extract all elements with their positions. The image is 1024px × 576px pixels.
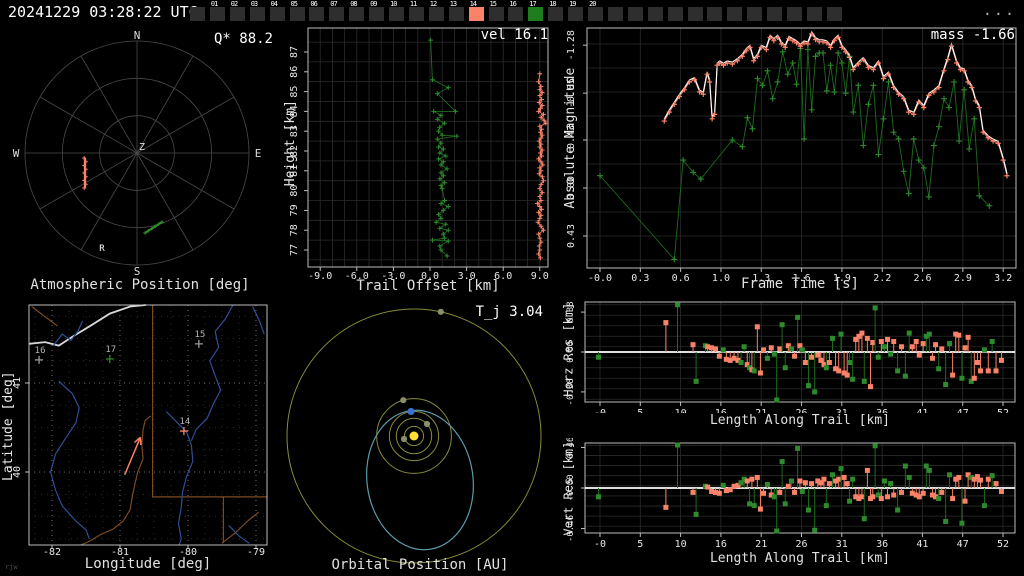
station-square-07[interactable]: 07 [329,0,345,21]
svg-text:9.0: 9.0 [531,271,549,282]
station-square-x21[interactable] [607,7,623,21]
svg-text:5: 5 [637,539,643,550]
q-stat: Q* 88.2 [213,31,273,47]
mass-stat: mass -1.66 [930,27,1015,43]
svg-text:47: 47 [957,539,969,550]
vert-res-plot: -0 5 10 16 21 26 31 36 41 47 520.46-0.00-0.46 [566,438,1016,550]
app-window: 20241229 03:28:22 UTC 01 02 03 04 05 06 07 08 09… [0,0,1024,576]
station-square-16[interactable]: 16 [508,0,524,21]
overflow-menu[interactable]: ... [983,1,1016,19]
atmospheric-position-plot: NSW EZR [13,29,262,278]
ground-track-map: 16 171514-82 -81 -80 -794140 [12,304,268,558]
longitude-axis-label: Longitude [deg] [84,556,212,572]
svg-text:E: E [255,147,262,160]
vert-length-axis-label: Length Along Trail [km] [709,551,890,566]
station-square-17[interactable]: 17 [528,0,544,21]
tisserand-stat: T_j 3.04 [475,304,543,320]
station-square-x0[interactable] [190,7,205,21]
station-square-x30[interactable] [787,7,802,21]
svg-text:-79: -79 [247,547,265,558]
horz-length-axis-label: Length Along Trail [km] [709,413,890,428]
orbital-position-plot [286,308,542,564]
svg-text:77: 77 [289,244,300,256]
station-square-10[interactable]: 10 [389,0,404,21]
station-square-x26[interactable] [707,7,723,21]
station-square-03[interactable]: 03 [249,0,265,21]
svg-text:10: 10 [675,539,687,550]
station-square-x27[interactable] [727,7,743,21]
svg-text:16: 16 [715,539,727,550]
svg-text:41: 41 [916,539,928,550]
station-square-x28[interactable] [747,7,763,21]
station-square-x24[interactable] [667,7,683,21]
top-bar: 20241229 03:28:22 UTC 01 02 03 04 05 06 07 08 09… [0,0,1024,25]
svg-text:41: 41 [916,408,928,413]
trail-offset-axis-label: Trail Offset [km] [356,278,500,294]
station-square-08[interactable]: 08 [349,0,365,21]
svg-text:W: W [13,147,20,160]
station-square-02[interactable]: 02 [229,0,245,21]
station-square-14[interactable]: 14 [468,0,484,21]
station-square-18[interactable]: 18 [548,0,564,21]
svg-text:47: 47 [957,408,969,413]
station-square-x29[interactable] [767,7,783,21]
station-square-15[interactable]: 15 [488,0,504,21]
svg-text:52: 52 [997,408,1009,413]
atmospheric-title: Atmospheric Position [deg] [30,277,250,293]
svg-text:16: 16 [35,346,46,356]
station-square-13[interactable]: 13 [448,0,464,21]
svg-text:5: 5 [637,408,643,413]
svg-text:N: N [134,29,141,42]
svg-text:15: 15 [194,330,205,340]
svg-text:0.3: 0.3 [631,273,649,284]
svg-text:2.9: 2.9 [954,273,972,284]
svg-text:-0.0: -0.0 [588,273,612,284]
station-square-x32[interactable] [826,7,842,21]
orbital-title: Orbital Position [AU] [331,557,509,573]
svg-text:21: 21 [755,539,767,550]
svg-text:2.6: 2.6 [914,273,932,284]
svg-text:52: 52 [997,539,1009,550]
station-square-20[interactable]: 20 [588,0,603,21]
station-square-04[interactable]: 04 [269,0,285,21]
svg-text:-0: -0 [594,539,606,550]
station-square-11[interactable]: 11 [408,0,424,21]
station-square-x31[interactable] [806,7,822,21]
vert-res-axis-label: Vert Res [km] [561,441,576,536]
station-square-12[interactable]: 12 [428,0,444,21]
svg-text:10: 10 [675,408,687,413]
svg-text:-0: -0 [594,408,606,413]
svg-text:Z: Z [139,142,145,153]
station-squares: 01 02 03 04 05 06 07 08 09 10 11 12 13 14 15 16 17 18 19 20 [0,0,860,25]
height-axis-label: Height [km] [282,100,298,187]
frame-time-axis-label: Frame Time [s] [740,276,859,292]
station-square-06[interactable]: 06 [309,0,325,21]
station-square-x23[interactable] [647,7,663,21]
svg-text:17: 17 [105,345,116,355]
station-square-x25[interactable] [687,7,703,21]
svg-text:14: 14 [179,417,190,427]
vel-stat: vel 16.1 [480,27,548,43]
station-square-09[interactable]: 09 [369,0,385,21]
svg-text:0.6: 0.6 [672,273,690,284]
station-square-x22[interactable] [627,7,643,21]
svg-text:31: 31 [836,539,848,550]
trail-offset-plot: -9.0 -6.0 -3.0 0.0 3.0 6.0 9.07778798081828384… [289,27,549,282]
watermark: rjw [5,563,18,571]
horz-res-plot: -051016212631364147520.380.00-0.38 [566,301,1016,413]
magnitude-axis-label: Absolute Magnitude [562,67,578,209]
station-square-01[interactable]: 01 [209,0,225,21]
svg-text:R: R [99,244,105,254]
svg-text:26: 26 [795,539,807,550]
light-curve-plot: -0.0 0.3 0.6 1.0 1.3 1.6 1.9 2.2 2.6 2.9 3.2-1.28-… [566,27,1017,284]
latitude-axis-label: Latitude [deg] [0,371,16,481]
svg-text:36: 36 [876,539,888,550]
svg-text:3.2: 3.2 [994,273,1012,284]
station-square-05[interactable]: 05 [289,0,305,21]
